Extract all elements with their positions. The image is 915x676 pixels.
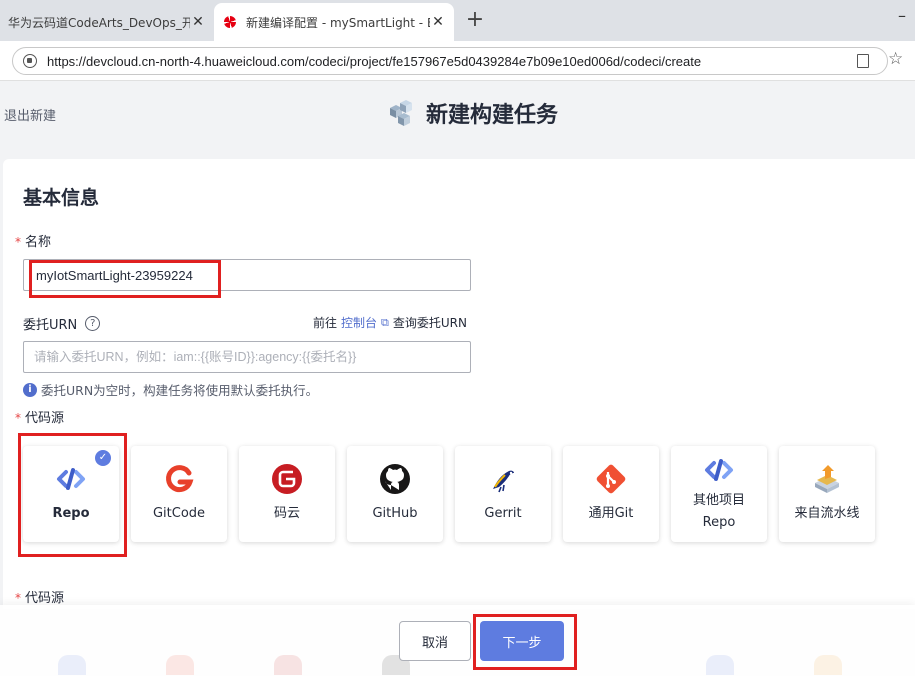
tab-title: 华为云码道CodeArts_DevOps_开发: [8, 15, 190, 30]
console-link-group: 前往 控制台 ⧉ 查询委托URN: [313, 314, 467, 331]
check-icon: ✓: [95, 450, 111, 466]
source-card-gerrit[interactable]: Gerrit: [455, 446, 551, 542]
urn-info: i 委托URN为空时，构建任务将使用默认委托执行。: [23, 380, 318, 399]
page-title: 新建构建任务: [426, 103, 559, 128]
name-input[interactable]: [23, 259, 471, 291]
faded-repo-icon: [58, 655, 86, 675]
source-card-gitcode[interactable]: GitCode: [131, 446, 227, 542]
source-label-pipeline: 来自流水线: [794, 506, 860, 521]
console-link[interactable]: 控制台: [341, 314, 377, 331]
gitcode-icon: [166, 465, 194, 493]
source-card-gitee[interactable]: 码云: [239, 446, 335, 542]
source-card-other-repo[interactable]: 其他项目 Repo: [671, 446, 767, 542]
source-label-repeat: * 代码源: [15, 587, 64, 606]
urn-info-text: 委托URN为空时，构建任务将使用默认委托执行。: [41, 383, 319, 398]
urn-input[interactable]: [23, 341, 471, 373]
page-title-group: 新建构建任务: [386, 97, 558, 129]
faded-gitcode-icon: [166, 655, 194, 675]
huawei-logo-icon: [222, 14, 238, 30]
git-icon: [596, 464, 626, 494]
cube-icon: [390, 100, 412, 126]
minimize-button[interactable]: –: [898, 6, 906, 25]
gerrit-icon: [493, 470, 514, 493]
faded-pipeline-icon: [814, 655, 842, 675]
reader-mode-icon[interactable]: [857, 54, 869, 68]
source-label-gitee: 码云: [273, 506, 300, 521]
help-icon[interactable]: ?: [85, 316, 101, 331]
info-icon: i: [23, 382, 37, 397]
name-label-text: 名称: [25, 235, 52, 250]
source-label-repeat-text: 代码源: [25, 591, 65, 606]
source-label: * 代码源: [15, 407, 64, 426]
source-card-github[interactable]: GitHub: [347, 446, 443, 542]
close-icon[interactable]: ✕: [430, 14, 446, 30]
gitee-icon: [272, 464, 302, 494]
address-bar: https://devcloud.cn-north-4.huaweicloud.…: [0, 41, 915, 81]
browser-tab-bar: 华为云码道CodeArts_DevOps_开发 ✕ 新建编译配置 - mySma…: [0, 0, 915, 41]
section-title: 基本信息: [23, 187, 100, 209]
source-label-gitcode: GitCode: [152, 506, 206, 521]
source-card-git[interactable]: 通用Git: [563, 446, 659, 542]
source-label-other-repo-line1: 其他项目: [692, 493, 745, 508]
source-card-pipeline[interactable]: 来自流水线: [779, 446, 875, 542]
repo-icon: [705, 459, 733, 481]
faded-repo-icon: [706, 655, 734, 675]
source-label-gerrit: Gerrit: [484, 506, 522, 521]
name-label: * 名称: [15, 231, 51, 250]
url-field[interactable]: https://devcloud.cn-north-4.huaweicloud.…: [12, 47, 888, 75]
required-mark: *: [15, 235, 21, 249]
required-mark: *: [15, 591, 21, 605]
next-step-button[interactable]: 下一步: [480, 621, 564, 661]
browser-tab[interactable]: 华为云码道CodeArts_DevOps_开发 ✕: [0, 3, 214, 41]
source-label-repo: Repo: [52, 506, 90, 521]
required-mark: *: [15, 411, 21, 425]
faded-gitee-icon: [274, 655, 302, 675]
pipeline-icon: [815, 465, 839, 493]
urn-label-text: 委托URN: [23, 318, 78, 333]
urn-label: 委托URN ?: [23, 314, 101, 333]
page-header: 退出新建 新建构建任务: [0, 81, 915, 159]
query-urn-text: 查询委托URN: [392, 316, 467, 330]
url-text: https://devcloud.cn-north-4.huaweicloud.…: [47, 53, 702, 69]
source-label-git: 通用Git: [588, 506, 634, 521]
form-card: 基本信息 * 名称 委托URN ? 前往 控制台 ⧉ 查询委托URN i 委托UR…: [3, 159, 915, 609]
source-label-text: 代码源: [25, 411, 65, 426]
site-info-icon[interactable]: [23, 54, 37, 68]
footer-action-bar: 取消 下一步: [0, 605, 915, 676]
github-icon: [380, 464, 410, 494]
goto-prefix: 前往: [313, 316, 338, 330]
source-label-github: GitHub: [372, 506, 418, 521]
repo-icon: [57, 468, 85, 490]
exit-create-link[interactable]: 退出新建: [4, 105, 56, 124]
new-tab-button[interactable]: +: [462, 8, 488, 34]
cancel-button[interactable]: 取消: [399, 621, 471, 661]
browser-tab-active[interactable]: 新建编译配置 - mySmartLight - Bu ✕: [214, 3, 454, 41]
close-icon[interactable]: ✕: [190, 14, 206, 30]
source-label-other-repo-line2: Repo: [702, 515, 736, 530]
external-link-icon[interactable]: ⧉: [381, 316, 389, 330]
source-options: ✓ Repo GitCode 码云 GitHub Gerrit 通用Git 其他…: [23, 446, 903, 544]
source-card-repo[interactable]: ✓ Repo: [23, 446, 119, 542]
bookmark-star-icon[interactable]: ☆: [888, 49, 903, 69]
tab-title: 新建编译配置 - mySmartLight - Bu: [246, 15, 430, 30]
